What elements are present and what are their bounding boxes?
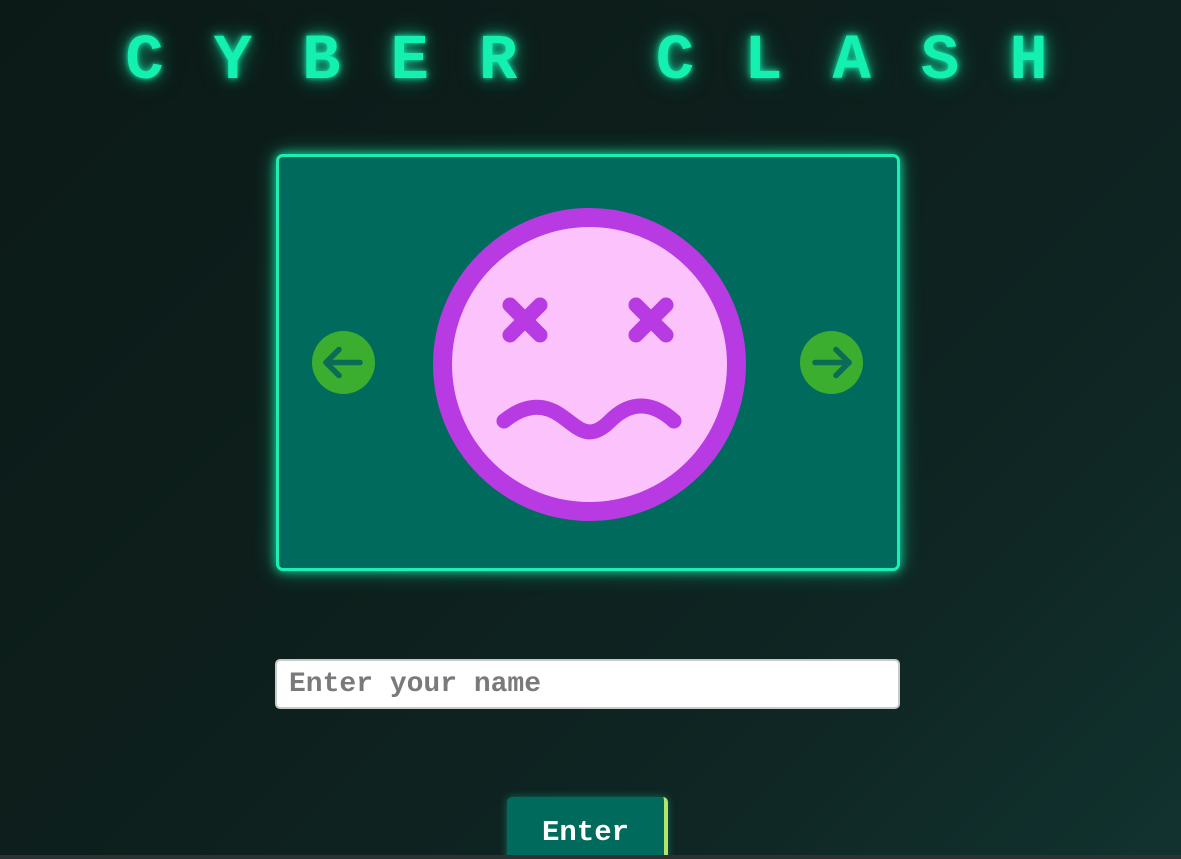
bottom-divider [0,855,1181,859]
arrow-right-icon [812,346,852,379]
previous-avatar-button[interactable] [312,331,375,394]
avatar-display [432,207,747,522]
name-input[interactable] [275,659,900,709]
avatar-selector-panel [276,154,900,571]
next-avatar-button[interactable] [800,331,863,394]
enter-button[interactable]: Enter [507,797,668,859]
enter-button-label: Enter [541,816,629,849]
dizzy-face-icon [433,208,746,521]
game-title: CYBER CLASH [125,26,1098,98]
arrow-left-icon [323,346,363,379]
